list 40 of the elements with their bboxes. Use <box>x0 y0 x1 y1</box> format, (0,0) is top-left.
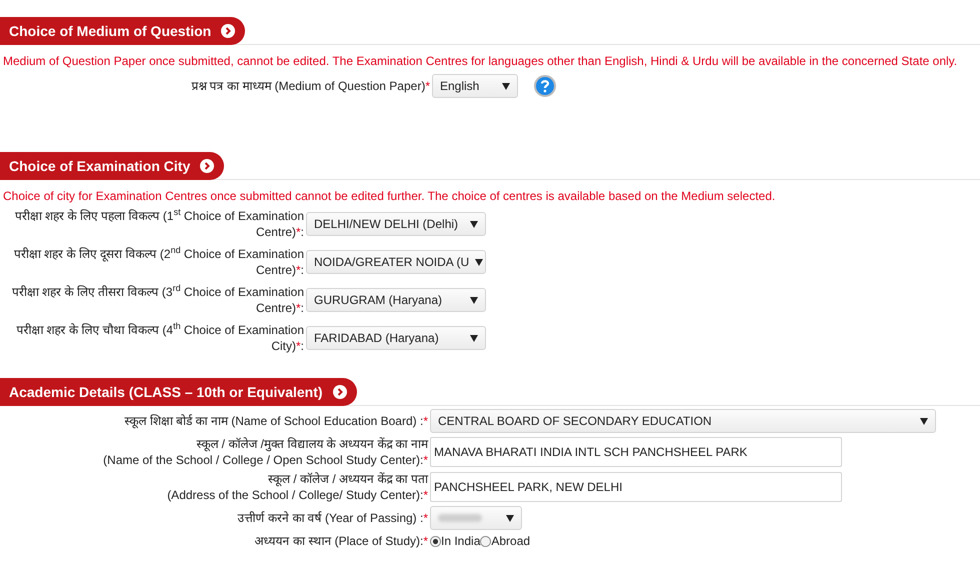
dropdown[interactable]: English <box>432 74 518 98</box>
notice-text: Medium of Question Paper once submitted, cannot be edited. The Examination Centres for languages other than English, Hindi & Urdu will be available in the concerned State only. <box>2 54 958 68</box>
dropdown[interactable]: FARIDABAD (Haryana) <box>306 326 486 350</box>
chevron-icon <box>221 24 236 38</box>
chevron-icon <box>332 385 347 399</box>
field-label: स्कूल शिक्षा बोर्ड का नाम (Name of School Education Board) :* <box>124 413 428 429</box>
dropdown-arrow-icon <box>475 258 484 266</box>
field-label: स्कूल / कॉलेज / अध्ययन केंद्र का पता <box>266 471 428 487</box>
dropdown[interactable]: CENTRAL BOARD OF SECONDARY EDUCATION <box>430 409 936 433</box>
section-header: Choice of Medium of Question <box>0 17 246 45</box>
field-label: परीक्षा शहर के लिए पहला विकल्प (1$^{st}$ Choice of Examination Centre)*: <box>14 208 304 240</box>
dropdown[interactable]: GURUGRAM (Haryana) <box>306 288 486 312</box>
field-label: परीक्षा शहर के लिए दूसरा विकल्प (2$^{nd}$ Choice of Examination Centre)*: <box>12 246 304 278</box>
dropdown-arrow-icon <box>920 418 928 424</box>
field-label: (Name of the School / College / Open School Study Center):* <box>102 452 428 468</box>
option-label: Abroad <box>491 534 530 548</box>
option-label: In India <box>441 534 480 548</box>
dropdown-arrow-icon <box>470 334 478 342</box>
section-header: Academic Details (CLASS – 10th or Equivalent) <box>0 378 357 406</box>
field-label: स्कूल / कॉलेज /मुक्त विद्यालय के अध्ययन केंद्र का नाम <box>195 436 428 452</box>
dropdown[interactable]: DELHI/NEW DELHI (Delhi) <box>306 212 486 236</box>
field-label: (Address of the School / College/ Study Center):* <box>166 487 428 503</box>
input-field[interactable]: PANCHSHEEL PARK, NEW DELHI <box>430 472 842 502</box>
dropdown-arrow-icon <box>470 296 478 304</box>
dropdown[interactable]: NOIDA/GREATER NOIDA (U <box>306 250 486 274</box>
field-label: परीक्षा शहर के लिए चौथा विकल्प (4$^{th}$ Choice of Examination City)*: <box>15 322 304 354</box>
dropdown-arrow-icon <box>502 82 510 90</box>
section-header: Choice of Examination City <box>0 152 224 180</box>
radio-button[interactable] <box>480 536 492 546</box>
chevron-icon <box>200 159 214 173</box>
dropdown-arrow-icon <box>506 514 514 522</box>
dropdown-arrow-icon <box>470 220 478 228</box>
notice-text: Choice of city for Examination Centres once submitted cannot be edited further. The choice of centres is available based on the Medium selected. <box>2 189 776 203</box>
field-label: उत्तीर्ण करने का वर्ष (Year of Passing) :* <box>236 510 428 526</box>
field-label: परीक्षा शहर के लिए तीसरा विकल्प (3$^{rd}$ Choice of Examination Centre)*: <box>10 284 304 316</box>
field-label: अध्ययन का स्थान (Place of Study):* <box>254 533 428 549</box>
help-icon[interactable] <box>534 75 556 97</box>
radio-button[interactable] <box>430 536 441 546</box>
input-field[interactable]: MANAVA BHARATI INDIA INTL SCH PANCHSHEEL PARK <box>430 437 842 467</box>
field-label: प्रश्न पत्र का माध्यम (Medium of Question Paper)* <box>190 78 430 94</box>
